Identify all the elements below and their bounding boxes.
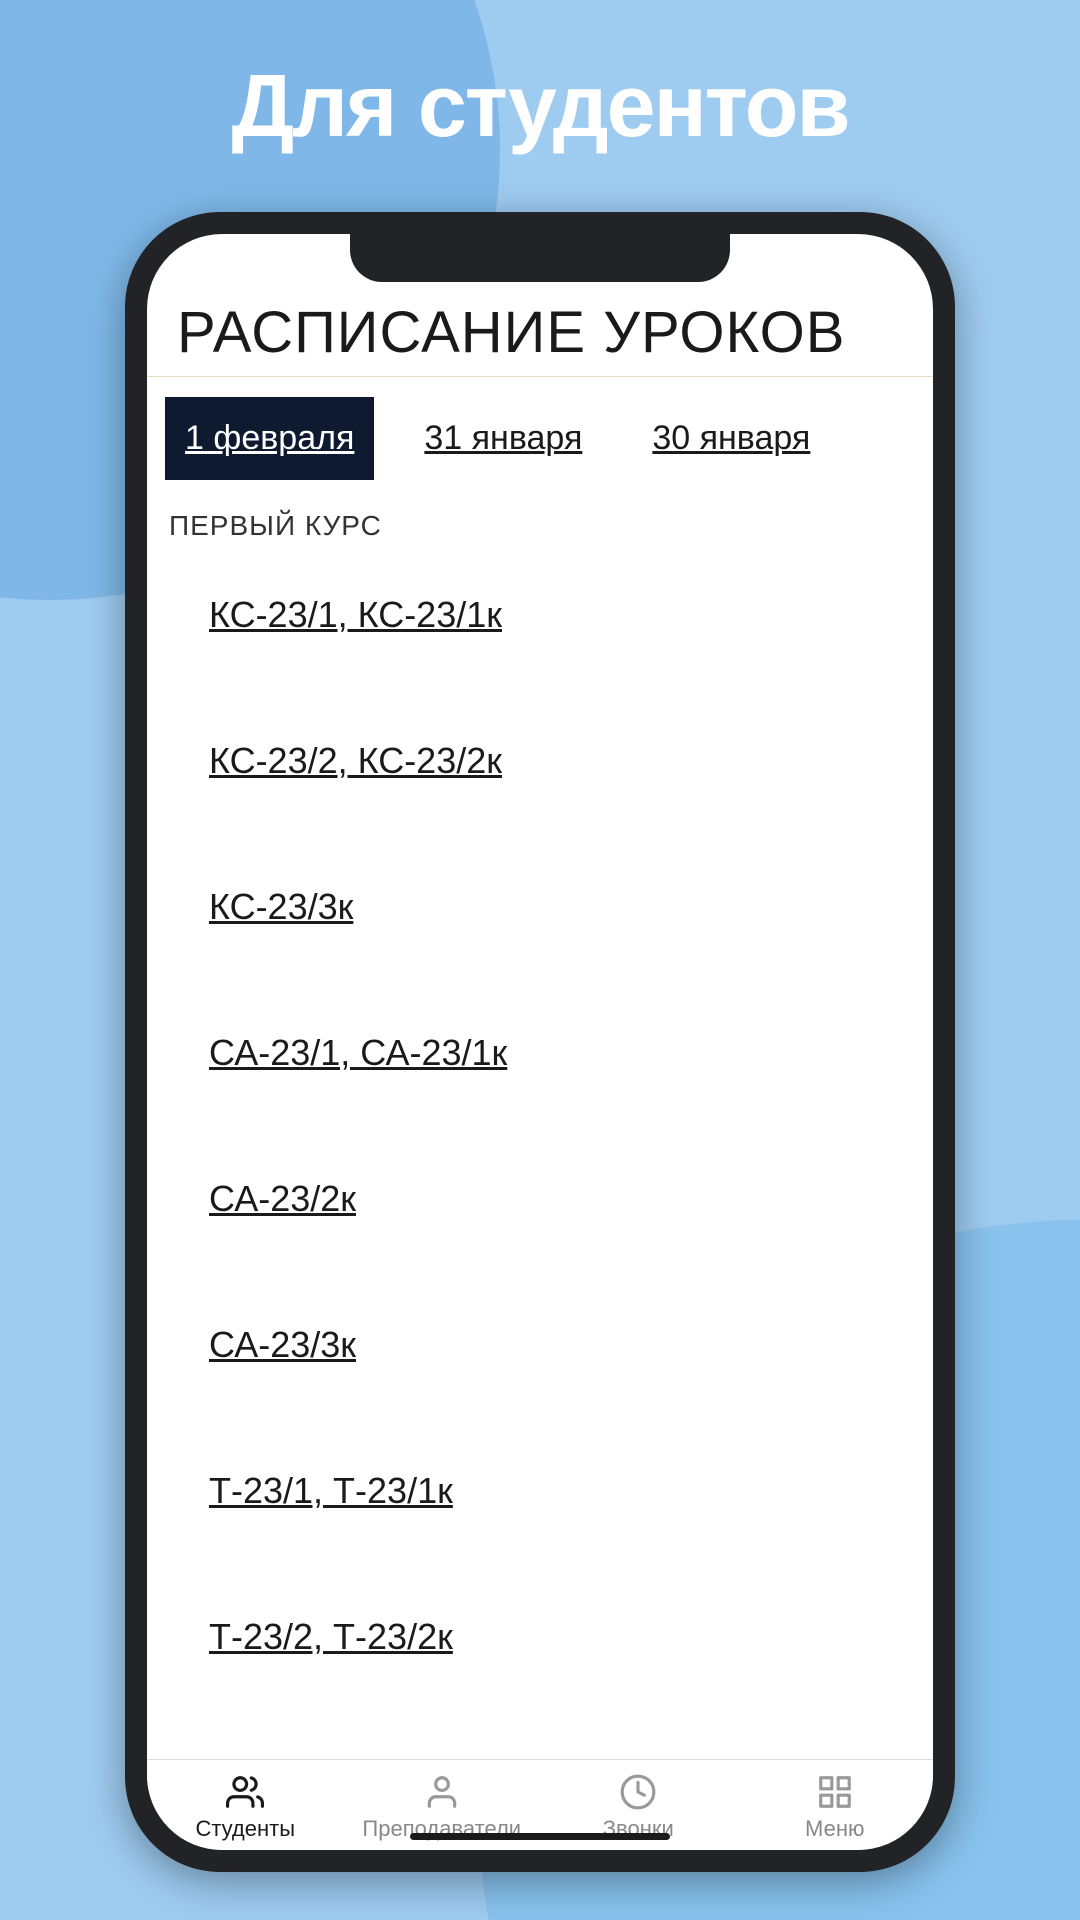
date-tab[interactable]: 1 февраля xyxy=(165,397,374,480)
group-link[interactable]: КС-23/1, КС-23/1к xyxy=(169,542,911,688)
page-title: РАСПИСАНИЕ УРОКОВ xyxy=(177,299,903,366)
nav-item-teacher[interactable]: Преподаватели xyxy=(344,1772,541,1842)
home-indicator xyxy=(410,1833,670,1840)
group-link[interactable]: СА-23/1, СА-23/1к xyxy=(169,980,911,1126)
phone-notch xyxy=(350,234,730,282)
nav-item-clock[interactable]: Звонки xyxy=(540,1772,737,1842)
nav-label: Меню xyxy=(805,1816,864,1842)
date-tabs: 1 февраля 31 января 30 января xyxy=(147,377,933,495)
group-list: КС-23/1, КС-23/1кКС-23/2, КС-23/2кКС-23/… xyxy=(147,542,933,1759)
group-link[interactable]: КС-23/2, КС-23/2к xyxy=(169,688,911,834)
group-link[interactable]: Т-23/3к xyxy=(169,1710,911,1759)
clock-icon xyxy=(618,1772,658,1812)
nav-label: Студенты xyxy=(195,1816,295,1842)
date-tab[interactable]: 31 января xyxy=(404,397,602,480)
hero-title: Для студентов xyxy=(0,0,1080,157)
phone-screen: РАСПИСАНИЕ УРОКОВ 1 февраля 31 января 30 я… xyxy=(147,234,933,1850)
group-link[interactable]: КС-23/3к xyxy=(169,834,911,980)
nav-item-menu[interactable]: Меню xyxy=(737,1772,934,1842)
group-link[interactable]: СА-23/3к xyxy=(169,1272,911,1418)
phone-frame: РАСПИСАНИЕ УРОКОВ 1 февраля 31 января 30 я… xyxy=(125,212,955,1872)
date-tab[interactable]: 30 января xyxy=(632,397,830,480)
menu-icon xyxy=(815,1772,855,1812)
teacher-icon xyxy=(422,1772,462,1812)
group-link[interactable]: Т-23/1, Т-23/1к xyxy=(169,1418,911,1564)
section-label: ПЕРВЫЙ КУРС xyxy=(147,495,933,542)
group-link[interactable]: СА-23/2к xyxy=(169,1126,911,1272)
group-link[interactable]: Т-23/2, Т-23/2к xyxy=(169,1564,911,1710)
nav-item-students[interactable]: Студенты xyxy=(147,1772,344,1842)
students-icon xyxy=(225,1772,265,1812)
